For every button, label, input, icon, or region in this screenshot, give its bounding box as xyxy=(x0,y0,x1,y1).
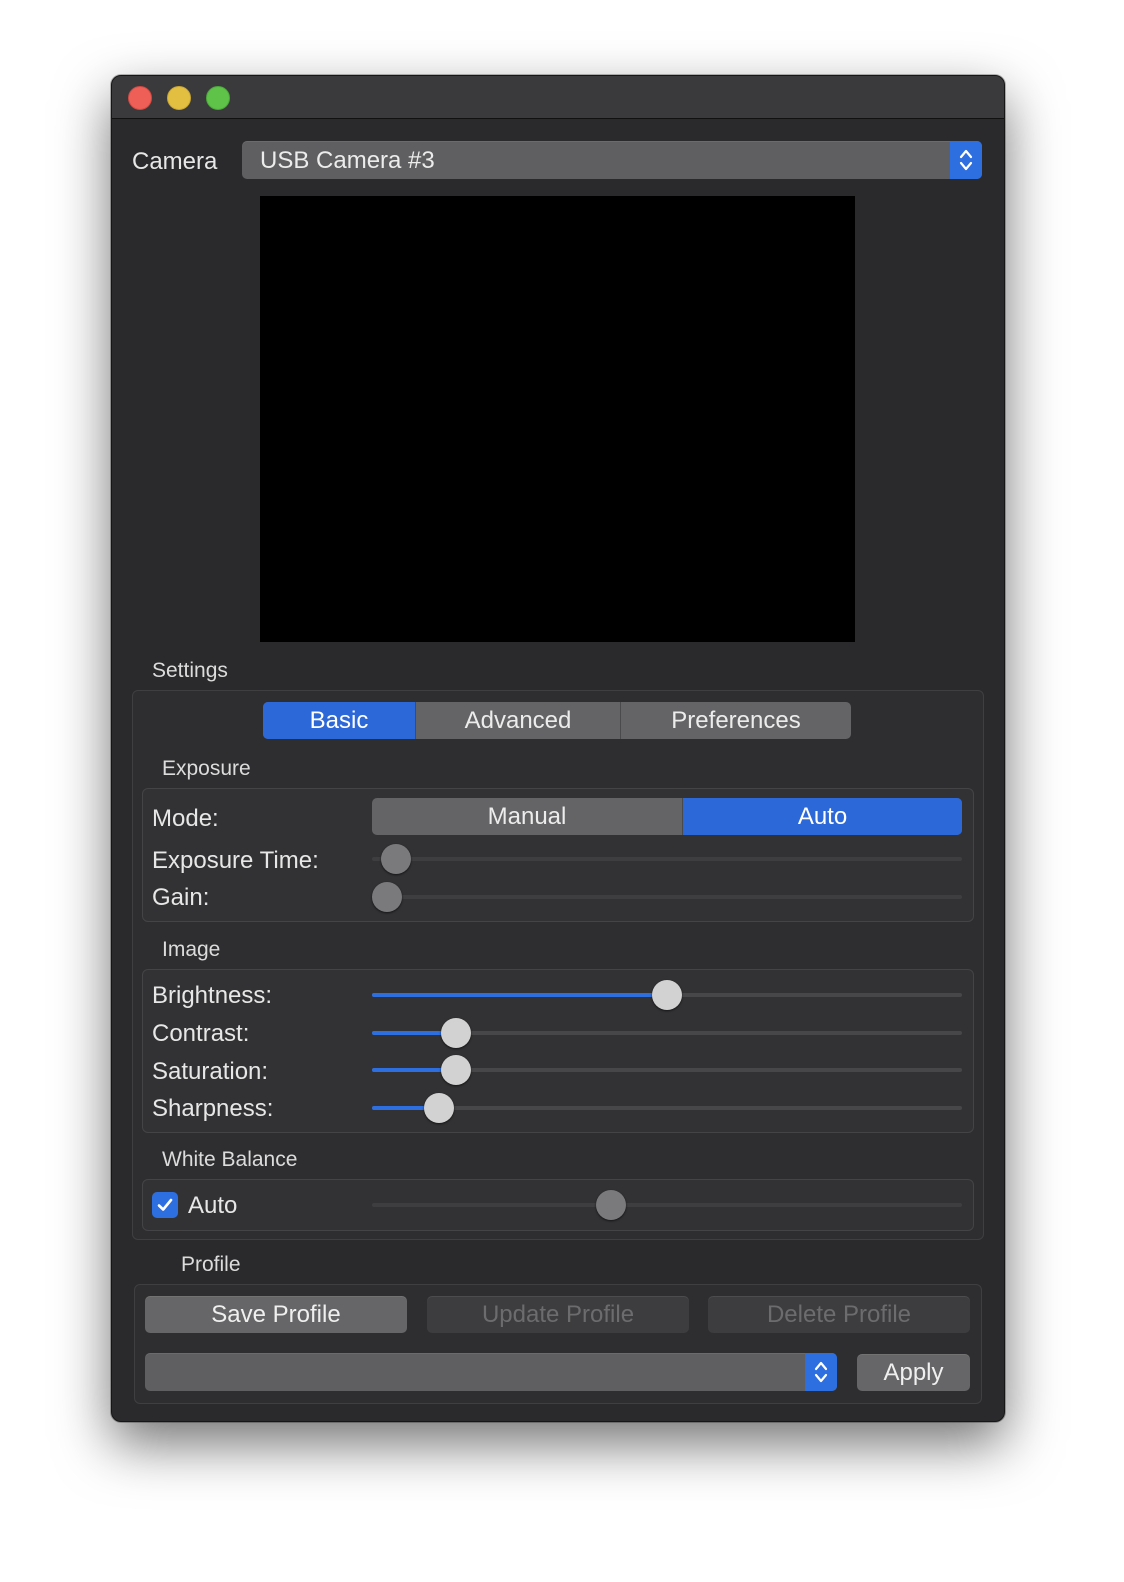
white-balance-title: White Balance xyxy=(162,1148,298,1171)
apply-button[interactable]: Apply xyxy=(857,1354,970,1391)
tab-advanced[interactable]: Advanced xyxy=(416,702,621,739)
exposure-mode-control: Manual Auto xyxy=(372,798,962,835)
white-balance-auto-label: Auto xyxy=(188,1192,238,1219)
chevron-up-down-icon xyxy=(950,141,982,179)
sharpness-label: Sharpness: xyxy=(152,1095,274,1122)
camera-preview xyxy=(260,196,855,642)
gain-label: Gain: xyxy=(152,884,210,911)
slider-knob[interactable] xyxy=(372,882,402,912)
save-profile-button[interactable]: Save Profile xyxy=(145,1296,407,1333)
settings-tabs: Basic Advanced Preferences xyxy=(263,702,851,739)
camera-label: Camera xyxy=(132,148,218,175)
image-title: Image xyxy=(162,938,221,961)
slider-knob[interactable] xyxy=(423,1093,454,1123)
chevron-up-down-icon xyxy=(805,1353,837,1391)
mode-auto-option[interactable]: Auto xyxy=(683,798,962,835)
gain-slider[interactable] xyxy=(372,882,962,912)
saturation-slider[interactable] xyxy=(372,1055,962,1085)
close-button[interactable] xyxy=(128,86,152,110)
exposure-title: Exposure xyxy=(162,757,251,780)
minimize-button[interactable] xyxy=(167,86,191,110)
mode-manual-option[interactable]: Manual xyxy=(372,798,683,835)
settings-title: Settings xyxy=(152,659,228,682)
saturation-label: Saturation: xyxy=(152,1058,269,1085)
update-profile-button[interactable]: Update Profile xyxy=(427,1296,689,1333)
mode-label: Mode: xyxy=(152,805,219,832)
white-balance-slider[interactable] xyxy=(372,1190,962,1220)
camera-settings-window: Camera USB Camera #3 Settings Basic Adva… xyxy=(111,75,1005,1422)
sharpness-slider[interactable] xyxy=(372,1093,962,1123)
zoom-button[interactable] xyxy=(206,86,230,110)
slider-knob[interactable] xyxy=(441,1055,472,1085)
white-balance-auto-checkbox[interactable] xyxy=(152,1192,178,1218)
delete-profile-button[interactable]: Delete Profile xyxy=(708,1296,970,1333)
camera-select[interactable]: USB Camera #3 xyxy=(242,141,982,179)
exposure-time-slider[interactable] xyxy=(372,844,962,874)
profile-title: Profile xyxy=(181,1253,241,1276)
slider-knob[interactable] xyxy=(380,844,411,874)
title-bar xyxy=(112,76,1004,119)
slider-knob[interactable] xyxy=(595,1190,626,1220)
tab-basic[interactable]: Basic xyxy=(263,702,416,739)
slider-knob[interactable] xyxy=(441,1018,472,1048)
checkmark-icon xyxy=(157,1198,173,1211)
brightness-label: Brightness: xyxy=(152,982,273,1009)
profile-select[interactable] xyxy=(145,1353,837,1391)
exposure-time-label: Exposure Time: xyxy=(152,847,319,874)
slider-knob[interactable] xyxy=(652,980,682,1010)
camera-select-value: USB Camera #3 xyxy=(260,147,435,174)
brightness-slider[interactable] xyxy=(372,980,962,1010)
contrast-slider[interactable] xyxy=(372,1018,962,1048)
tab-preferences[interactable]: Preferences xyxy=(621,702,851,739)
contrast-label: Contrast: xyxy=(152,1020,250,1047)
